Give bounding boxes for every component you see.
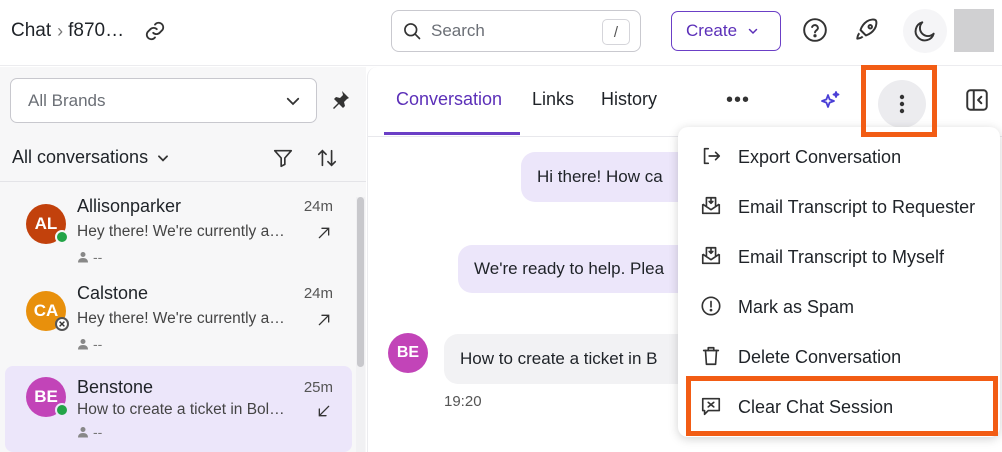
message-bubble: We're ready to help. Plea	[458, 245, 693, 293]
menu-item-label: Email Transcript to Requester	[738, 197, 976, 217]
help-icon[interactable]	[800, 15, 830, 45]
highlight-box	[861, 65, 937, 137]
ai-sparkle-icon[interactable]	[818, 89, 844, 115]
assignee: --	[77, 336, 102, 352]
export-icon	[700, 145, 724, 169]
avatar: BE	[388, 333, 428, 373]
conversation-preview: Hey there! We're currently a…	[77, 223, 285, 240]
user-avatar[interactable]	[954, 9, 994, 52]
chevron-right-icon: ›	[57, 20, 64, 41]
conversation-name: Allisonparker	[77, 196, 182, 216]
active-tab-indicator	[384, 132, 520, 135]
highlight-box	[686, 376, 998, 436]
conversation-sidebar: All Brands All conversations AL Allisonp…	[0, 67, 366, 452]
breadcrumb-root[interactable]: Chat	[11, 20, 51, 42]
filter-icon[interactable]	[272, 147, 296, 171]
outgoing-arrow-icon	[316, 225, 332, 241]
user-icon	[77, 338, 89, 350]
menu-item-delete-conversation[interactable]: Delete Conversation	[678, 332, 1000, 382]
conversation-item[interactable]: CA Calstone 24m Hey there! We're current…	[5, 272, 352, 358]
scrollbar-thumb[interactable]	[357, 197, 364, 367]
conversation-preview: Hey there! We're currently a…	[77, 310, 285, 327]
conversation-filter-dropdown[interactable]: All conversations	[12, 147, 170, 168]
chevron-down-icon	[156, 151, 170, 165]
search-shortcut-badge: /	[602, 19, 630, 45]
chevron-down-icon	[284, 92, 302, 110]
menu-item-email-transcript-myself[interactable]: Email Transcript to Myself	[678, 232, 1000, 282]
conversation-time: 25m	[303, 379, 333, 396]
assignee: --	[77, 424, 102, 440]
chevron-down-icon	[747, 25, 759, 37]
conversation-item[interactable]: AL Allisonparker 24m Hey there! We're cu…	[5, 185, 352, 271]
collapse-panel-icon[interactable]	[964, 87, 992, 115]
moon-icon	[912, 18, 938, 44]
sort-icon[interactable]	[316, 147, 340, 171]
user-icon	[77, 426, 89, 438]
assignee: --	[77, 249, 102, 265]
conversation-name: Benstone	[77, 377, 154, 397]
message-bubble: Hi there! How ca	[521, 152, 691, 202]
menu-item-mark-as-spam[interactable]: Mark as Spam	[678, 282, 1000, 332]
menu-item-label: Delete Conversation	[738, 347, 902, 367]
brand-select[interactable]: All Brands	[10, 78, 317, 123]
menu-item-export-conversation[interactable]: Export Conversation	[678, 132, 1000, 182]
assignee-label: --	[93, 249, 103, 265]
tab-history[interactable]: History	[601, 89, 657, 110]
spam-icon	[700, 295, 724, 319]
online-status-icon	[55, 403, 69, 417]
message-bubble: How to create a ticket in B	[444, 334, 694, 384]
divider	[0, 181, 366, 182]
create-button-label: Create	[686, 21, 738, 40]
assignee-label: --	[93, 336, 103, 352]
brand-select-value: All Brands	[28, 90, 106, 110]
trash-icon	[700, 345, 724, 369]
search-placeholder: Search	[431, 21, 485, 40]
menu-item-label: Email Transcript to Myself	[738, 247, 945, 267]
menu-item-label: Mark as Spam	[738, 297, 855, 317]
email-transcript-icon	[700, 195, 724, 219]
conversation-time: 24m	[303, 198, 333, 215]
theme-toggle-button[interactable]	[903, 9, 947, 53]
email-transcript-icon	[700, 245, 724, 269]
message-time: 19:20	[444, 393, 482, 410]
search-icon	[402, 21, 422, 41]
incoming-arrow-icon	[316, 403, 332, 419]
user-icon	[77, 251, 89, 263]
menu-item-label: Export Conversation	[738, 147, 902, 167]
conversation-preview: How to create a ticket in Bol…	[77, 401, 285, 418]
tab-links[interactable]: Links	[532, 89, 574, 110]
closed-status-icon	[55, 317, 69, 331]
conversation-filter-label: All conversations	[12, 147, 149, 167]
online-status-icon	[55, 230, 69, 244]
pin-icon[interactable]	[328, 88, 354, 114]
outgoing-arrow-icon	[316, 312, 332, 328]
create-button[interactable]: Create	[671, 11, 781, 51]
conversation-time: 24m	[303, 285, 333, 302]
conversation-name: Calstone	[77, 283, 149, 303]
tab-conversation[interactable]: Conversation	[396, 89, 502, 110]
breadcrumb: Chat › f870…	[11, 20, 166, 42]
link-icon[interactable]	[144, 20, 166, 42]
top-bar: Chat › f870… Search / Create	[0, 0, 1002, 66]
breadcrumb-current: f870…	[68, 20, 125, 41]
more-tabs-button[interactable]: •••	[726, 89, 750, 112]
conversation-item[interactable]: BE Benstone 25m How to create a ticket i…	[5, 366, 352, 452]
menu-item-email-transcript-requester[interactable]: Email Transcript to Requester	[678, 182, 1000, 232]
assignee-label: --	[93, 424, 103, 440]
search-input[interactable]: Search /	[391, 10, 641, 52]
rocket-icon[interactable]	[852, 15, 882, 45]
